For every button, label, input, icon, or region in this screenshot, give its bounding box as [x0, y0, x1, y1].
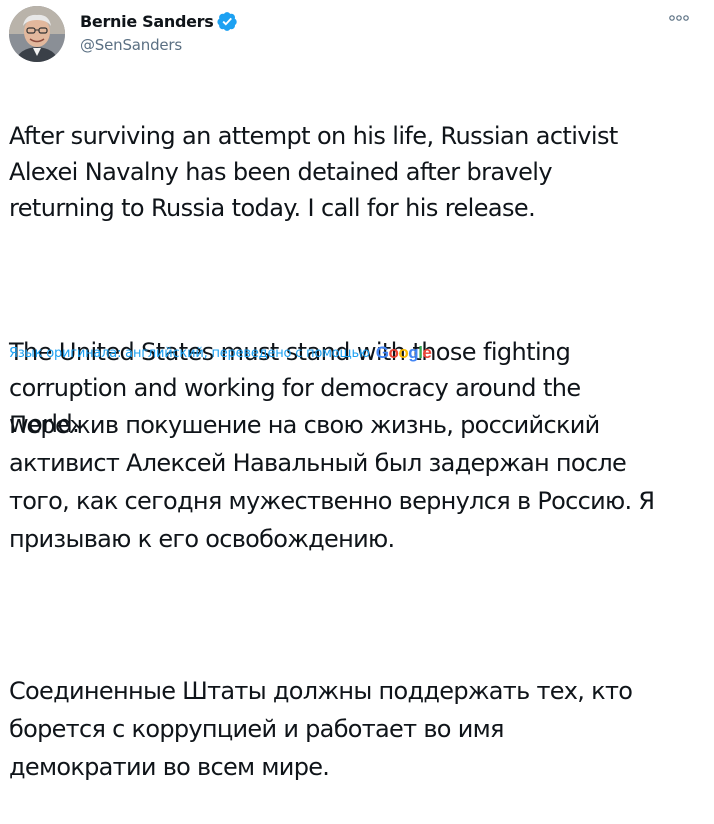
tweet-paragraph-ru-2: Соединенные Штаты должны поддержать тех,…: [9, 677, 633, 781]
google-logo-letter: o: [398, 343, 409, 362]
google-logo: Google: [376, 343, 432, 363]
translation-note[interactable]: Язык оригинала: английский, переведено с…: [9, 342, 432, 364]
tweet-paragraph-en-1: After surviving an attempt on his life, …: [9, 122, 618, 222]
tweet: Bernie Sanders @SenSanders After survivi…: [0, 0, 714, 781]
author-handle[interactable]: @SenSanders: [80, 36, 182, 54]
author-name-row[interactable]: Bernie Sanders: [80, 10, 238, 32]
tweet-text-translated: Пережив покушение на свою жизнь, российс…: [9, 368, 699, 824]
tweet-paragraph-ru-1: Пережив покушение на свою жизнь, российс…: [9, 411, 655, 553]
google-logo-letter: o: [388, 343, 399, 362]
avatar[interactable]: [9, 6, 65, 62]
avatar-image: [9, 6, 65, 62]
google-logo-text: Google: [376, 343, 432, 362]
google-logo-letter: g: [408, 343, 419, 362]
google-logo-letter: G: [375, 343, 389, 362]
verified-badge-icon: [217, 11, 238, 32]
more-options-icon[interactable]: [668, 10, 690, 24]
author-display-name[interactable]: Bernie Sanders: [80, 12, 214, 31]
translation-note-text[interactable]: Язык оригинала: английский, переведено с…: [9, 346, 370, 361]
google-logo-letter: e: [422, 343, 432, 362]
